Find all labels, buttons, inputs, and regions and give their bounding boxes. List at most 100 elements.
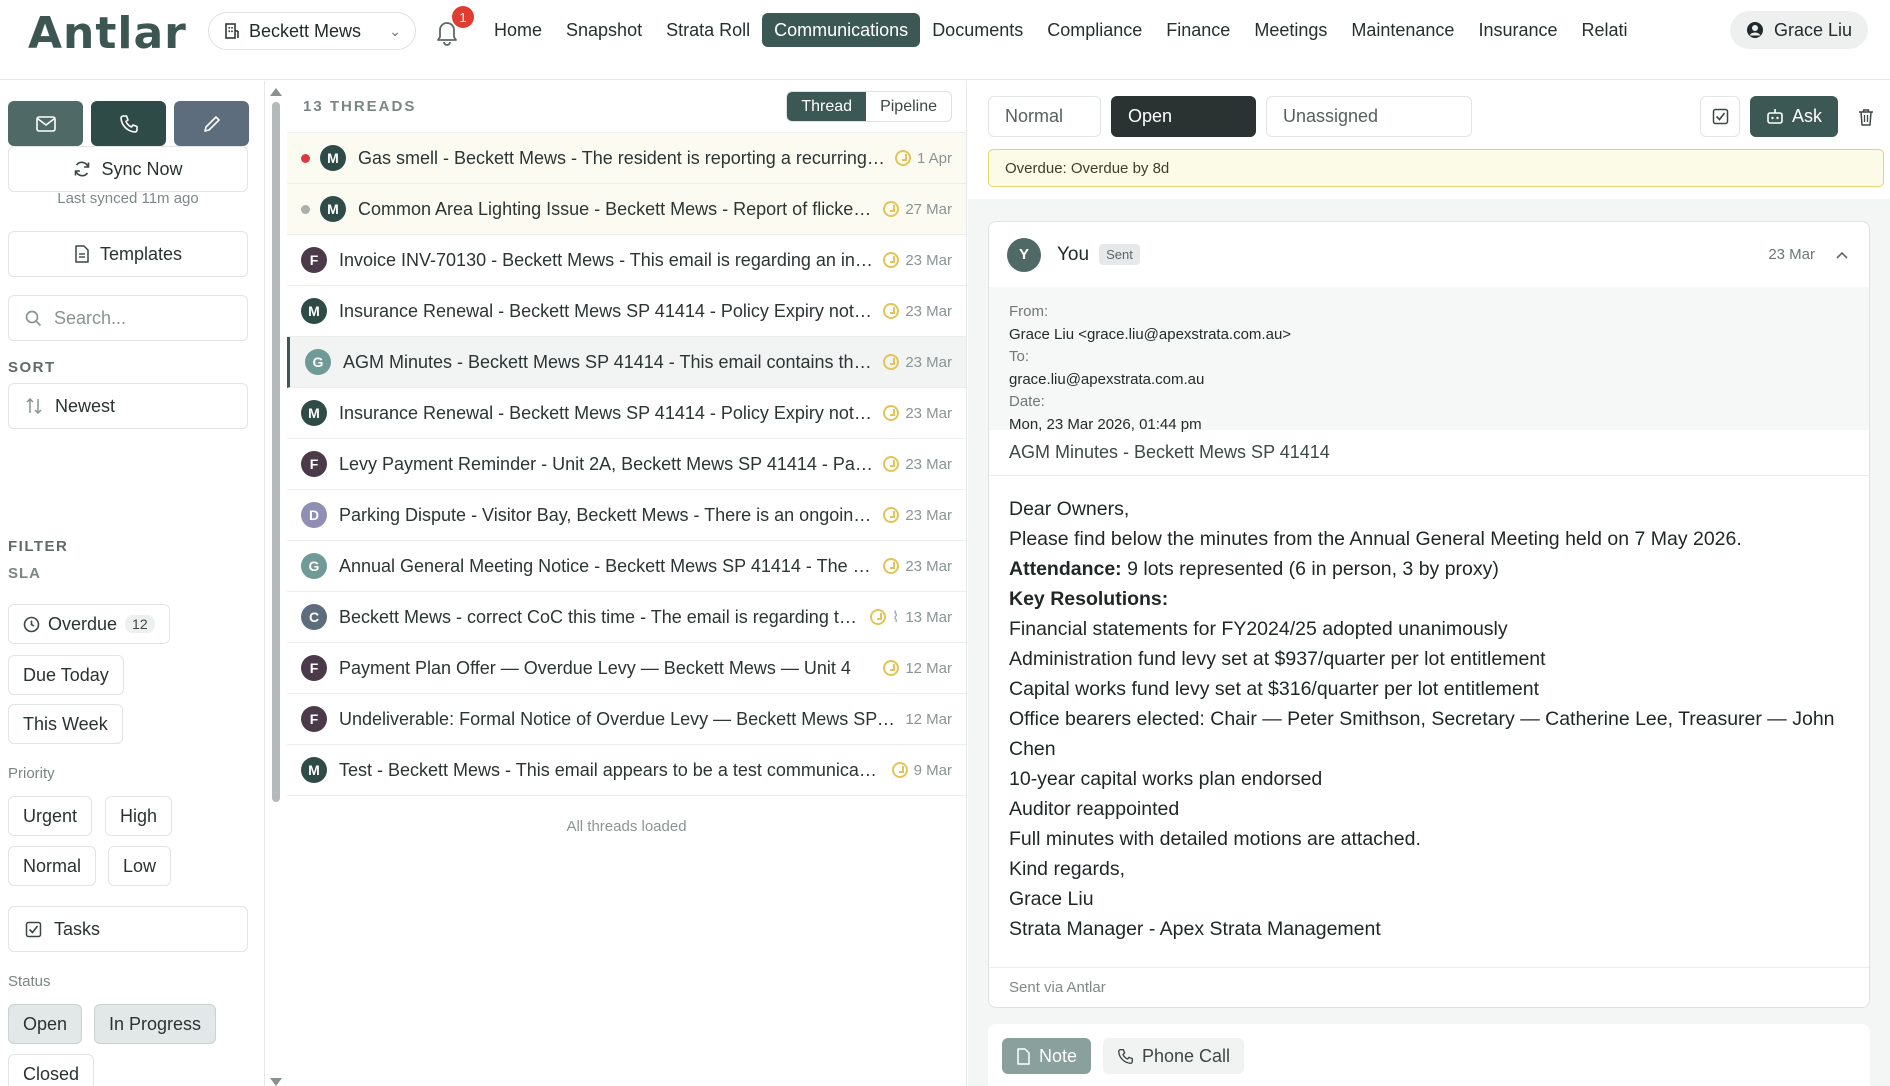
- tasks-filter[interactable]: Tasks: [8, 906, 248, 952]
- nav-home[interactable]: Home: [482, 13, 554, 47]
- thread-row[interactable]: M Insurance Renewal - Beckett Mews SP 414…: [287, 286, 966, 337]
- thread-date: 23 Mar: [905, 302, 952, 320]
- thread-subject: Undeliverable: Formal Notice of Overdue …: [339, 708, 896, 729]
- thread-row[interactable]: G Annual General Meeting Notice - Beckett…: [287, 541, 966, 592]
- phone-call-tab-label: Phone Call: [1142, 1045, 1231, 1066]
- unread-dot: [301, 153, 310, 163]
- thread-meta: 23 Mar: [883, 405, 952, 422]
- thread-row[interactable]: M Common Area Lighting Issue - Beckett Me…: [287, 184, 966, 235]
- filter-overdue[interactable]: Overdue 12: [8, 604, 170, 644]
- scroll-thumb[interactable]: [272, 102, 280, 802]
- nav-communications[interactable]: Communications: [762, 13, 921, 47]
- app-logo[interactable]: Antlar: [28, 8, 187, 59]
- thread-date: 27 Mar: [905, 200, 952, 218]
- thread-row[interactable]: D Parking Dispute - Visitor Bay, Beckett …: [287, 490, 966, 541]
- thread-subject: Insurance Renewal - Beckett Mews SP 4141…: [339, 300, 874, 321]
- thread-subject: Insurance Renewal - Beckett Mews SP 4141…: [339, 402, 874, 423]
- detail-toolbar: Normal Open Unassigned Ask Overdue: Over…: [968, 81, 1890, 199]
- filter-normal[interactable]: Normal: [8, 846, 97, 886]
- mark-done-button[interactable]: [1700, 96, 1740, 137]
- filter-closed[interactable]: Closed: [8, 1054, 95, 1086]
- nav-meetings[interactable]: Meetings: [1242, 13, 1339, 47]
- ask-label: Ask: [1791, 106, 1822, 126]
- notifications-button[interactable]: 1: [432, 6, 474, 48]
- sort-icon: [26, 397, 42, 415]
- phone-call-tab[interactable]: Phone Call: [1103, 1038, 1245, 1074]
- thread-date: 12 Mar: [905, 659, 952, 677]
- thread-avatar: F: [301, 706, 327, 732]
- scroll-down-arrow[interactable]: [270, 1078, 282, 1086]
- search-input[interactable]: Search...: [8, 295, 248, 341]
- nav-maintenance[interactable]: Maintenance: [1339, 13, 1466, 47]
- thread-list-header: 13 THREADS Thread Pipeline: [287, 81, 966, 133]
- sync-now-button[interactable]: Sync Now: [8, 146, 248, 192]
- nav-compliance[interactable]: Compliance: [1035, 13, 1154, 47]
- top-bar: Antlar Beckett Mews ⌄ 1 Home Snapshot St…: [0, 0, 1890, 80]
- nav-strata-roll[interactable]: Strata Roll: [654, 13, 762, 47]
- delete-button[interactable]: [1846, 96, 1886, 137]
- view-thread-button[interactable]: Thread: [787, 92, 867, 121]
- view-pipeline-button[interactable]: Pipeline: [866, 92, 951, 121]
- thread-avatar: G: [305, 349, 331, 375]
- priority-select[interactable]: Normal: [988, 96, 1101, 137]
- ask-ai-button[interactable]: Ask: [1750, 96, 1838, 137]
- view-toggle: Thread Pipeline: [786, 91, 952, 122]
- sla-clock-icon: [869, 609, 886, 625]
- chevron-up-icon[interactable]: [1835, 250, 1849, 260]
- thread-row[interactable]: M Gas smell - Beckett Mews - The resident…: [287, 133, 966, 184]
- assignee-select[interactable]: Unassigned: [1266, 96, 1472, 137]
- filter-overdue-label: Overdue: [48, 613, 118, 634]
- templates-button[interactable]: Templates: [8, 231, 248, 277]
- nav-documents[interactable]: Documents: [920, 13, 1035, 47]
- note-tab[interactable]: Note: [1002, 1038, 1092, 1074]
- filter-open[interactable]: Open: [8, 1004, 83, 1044]
- email-headers: From: Grace Liu <grace.liu@apexstrata.co…: [989, 287, 1869, 433]
- thread-row[interactable]: M Insurance Renewal - Beckett Mews SP 414…: [287, 388, 966, 439]
- user-icon: [1747, 22, 1763, 38]
- thread-row[interactable]: C Beckett Mews - correct CoC this time - …: [287, 592, 966, 643]
- filter-urgent[interactable]: Urgent: [8, 796, 93, 836]
- email-date: 23 Mar: [1768, 246, 1815, 263]
- thread-row[interactable]: F Invoice INV-70130 - Beckett Mews - This…: [287, 235, 966, 286]
- nav-insurance[interactable]: Insurance: [1466, 13, 1569, 47]
- thread-row[interactable]: F Undeliverable: Formal Notice of Overdue…: [287, 694, 966, 745]
- thread-row[interactable]: G AGM Minutes - Beckett Mews SP 41414 - T…: [287, 337, 966, 388]
- filter-low[interactable]: Low: [108, 846, 172, 886]
- thread-avatar: M: [320, 145, 346, 171]
- filter-due-today[interactable]: Due Today: [8, 655, 124, 695]
- new-note-button[interactable]: [174, 101, 249, 146]
- thread-rows: M Gas smell - Beckett Mews - The resident…: [287, 133, 966, 796]
- sla-heading: SLA: [8, 565, 41, 582]
- signoff: Kind regards,: [1009, 858, 1125, 880]
- scroll-up-arrow[interactable]: [270, 88, 282, 96]
- thread-avatar: D: [301, 502, 327, 528]
- chevron-down-icon: ⌄: [389, 22, 401, 39]
- user-menu[interactable]: Grace Liu: [1730, 11, 1868, 49]
- nav-relations[interactable]: Relati: [1570, 13, 1640, 47]
- sla-clock-icon: [883, 660, 900, 676]
- log-call-button[interactable]: [91, 101, 166, 146]
- status-select[interactable]: Open: [1111, 96, 1256, 137]
- thread-row[interactable]: M Test - Beckett Mews - This email appear…: [287, 745, 966, 796]
- filter-high[interactable]: High: [105, 796, 173, 836]
- new-email-button[interactable]: [8, 101, 83, 146]
- signature-name: Grace Liu: [1009, 888, 1094, 910]
- filter-this-week[interactable]: This Week: [8, 704, 123, 744]
- thread-row[interactable]: F Levy Payment Reminder - Unit 2A, Becket…: [287, 439, 966, 490]
- sort-select[interactable]: Newest: [8, 383, 248, 429]
- refresh-icon: [75, 161, 90, 177]
- notification-count-badge: 1: [452, 6, 474, 28]
- building-selector[interactable]: Beckett Mews ⌄: [208, 12, 416, 50]
- from-label: From:: [1009, 303, 1049, 320]
- templates-label: Templates: [99, 243, 183, 264]
- thread-row[interactable]: F Payment Plan Offer — Overdue Levy — Bec…: [287, 643, 966, 694]
- thread-avatar: C: [301, 604, 327, 630]
- attachment-note: Full minutes with detailed motions are a…: [1009, 828, 1421, 850]
- filter-in-progress[interactable]: In Progress: [94, 1004, 217, 1044]
- from-value: Grace Liu <grace.liu@apexstrata.com.au>: [1009, 326, 1292, 343]
- nav-finance[interactable]: Finance: [1154, 13, 1242, 47]
- nav-snapshot[interactable]: Snapshot: [554, 13, 654, 47]
- sidebar-scrollbar[interactable]: [270, 88, 282, 1086]
- email-message: Y You Sent 23 Mar From: Grace Liu <grace…: [988, 221, 1870, 1008]
- email-header[interactable]: Y You Sent 23 Mar: [989, 222, 1869, 287]
